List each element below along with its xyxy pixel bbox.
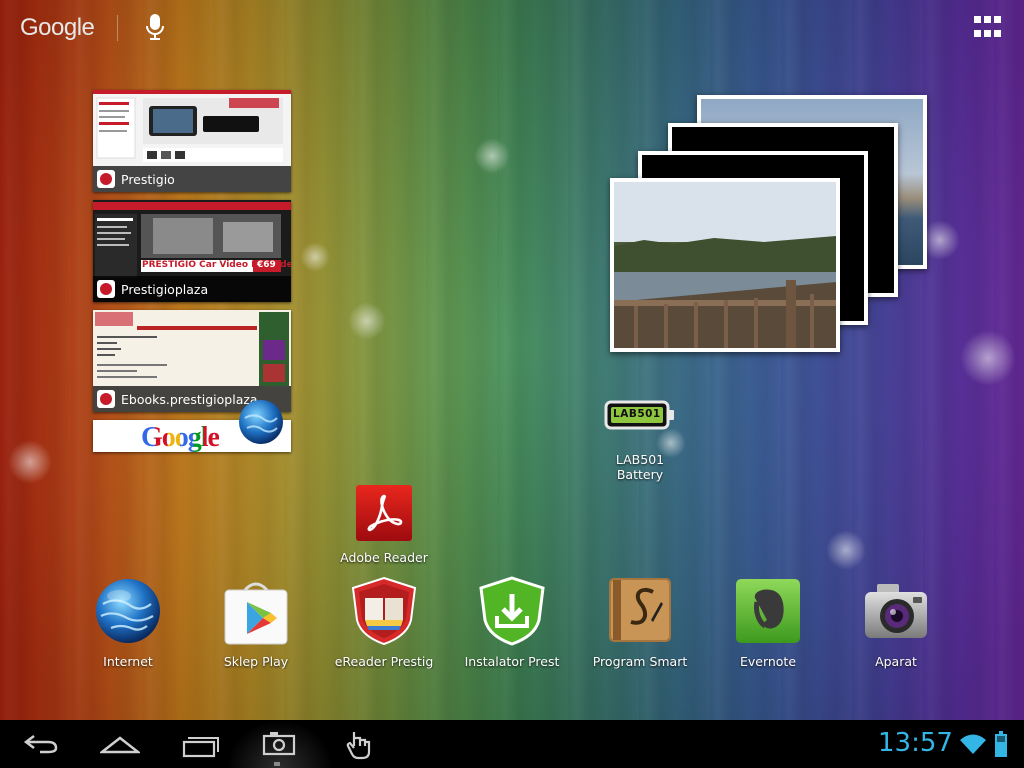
- bokeh-light: [348, 302, 386, 340]
- bookmark-prestigio[interactable]: Prestigio: [93, 90, 291, 192]
- google-search-bar[interactable]: Google: [20, 12, 95, 44]
- photo-front: [610, 178, 840, 352]
- app-instalator-prestigio[interactable]: Instalator Prest: [457, 576, 567, 669]
- app-label: Program Smart: [592, 654, 688, 669]
- wifi-icon: [958, 728, 988, 760]
- google-logo: Google: [20, 14, 95, 41]
- lab501-battery-label: LAB501 Battery: [615, 452, 665, 482]
- globe-icon: [93, 576, 163, 646]
- evernote-icon: [733, 576, 803, 646]
- bookmark-prestigioplaza[interactable]: PRESTIGIO Car Video Recorder €69 Prestig…: [93, 200, 291, 302]
- camera-icon: [861, 576, 931, 646]
- app-label: Sklep Play: [223, 654, 289, 669]
- app-ereader-prestigio[interactable]: eReader Prestig: [329, 576, 439, 669]
- bookmark-label-bar: Prestigio: [93, 166, 291, 192]
- touch-icon[interactable]: [342, 728, 378, 760]
- bokeh-light: [300, 242, 330, 272]
- app-program-smart[interactable]: Program Smart: [585, 576, 695, 669]
- lab501-battery-widget[interactable]: LAB501: [604, 398, 676, 438]
- bookmark-title: Prestigio: [121, 171, 175, 187]
- browser-globe-icon: [237, 398, 285, 446]
- status-clock[interactable]: 13:57: [878, 728, 953, 758]
- prestigio-favicon-icon: [97, 170, 115, 188]
- lab501-logo: LAB501: [613, 408, 661, 420]
- home-icon[interactable]: [100, 728, 140, 760]
- ereader-icon: [349, 576, 419, 646]
- app-label: Internet: [103, 654, 153, 669]
- app-internet[interactable]: Internet: [73, 576, 183, 669]
- bokeh-light: [8, 440, 52, 484]
- smart-program-icon: [605, 576, 675, 646]
- app-label: Instalator Prest: [464, 654, 560, 669]
- search-divider: [117, 15, 118, 41]
- recent-apps-icon[interactable]: [180, 728, 220, 760]
- app-label: eReader Prestig: [334, 654, 434, 669]
- screenshot-icon[interactable]: [262, 728, 298, 760]
- adobe-reader-icon: [355, 484, 413, 542]
- bookmark-title: Google: [141, 422, 220, 452]
- app-label: Evernote: [739, 654, 797, 669]
- battery-icon: [994, 728, 1008, 760]
- bokeh-light: [826, 530, 866, 570]
- bokeh-light: [474, 138, 510, 174]
- back-icon[interactable]: [20, 728, 60, 760]
- app-sklep-play[interactable]: Sklep Play: [201, 576, 311, 669]
- bokeh-light: [960, 330, 1016, 386]
- app-label: Aparat: [875, 654, 917, 669]
- bookmark-title: Prestigioplaza: [121, 281, 209, 297]
- bookmark-google-logo: Google: [141, 422, 220, 452]
- app-label: Adobe Reader: [340, 550, 428, 565]
- bookmark-label-bar: Prestigioplaza: [93, 276, 291, 302]
- prestigio-favicon-icon: [97, 390, 115, 408]
- apps-grid-icon[interactable]: [974, 16, 1002, 40]
- screenshot-indicator-dot: [274, 762, 280, 766]
- prestigio-favicon-icon: [97, 280, 115, 298]
- installer-icon: [477, 576, 547, 646]
- app-adobe-reader[interactable]: Adobe Reader: [329, 484, 439, 565]
- bookmark-ebooks[interactable]: Ebooks.prestigioplaza: [93, 310, 291, 412]
- navigation-bar: 13:57: [0, 720, 1024, 768]
- mic-icon[interactable]: [143, 12, 167, 42]
- app-aparat[interactable]: Aparat: [841, 576, 951, 669]
- play-store-icon: [221, 576, 291, 646]
- app-evernote[interactable]: Evernote: [713, 576, 823, 669]
- bookmark-banner-price: €69: [257, 260, 276, 270]
